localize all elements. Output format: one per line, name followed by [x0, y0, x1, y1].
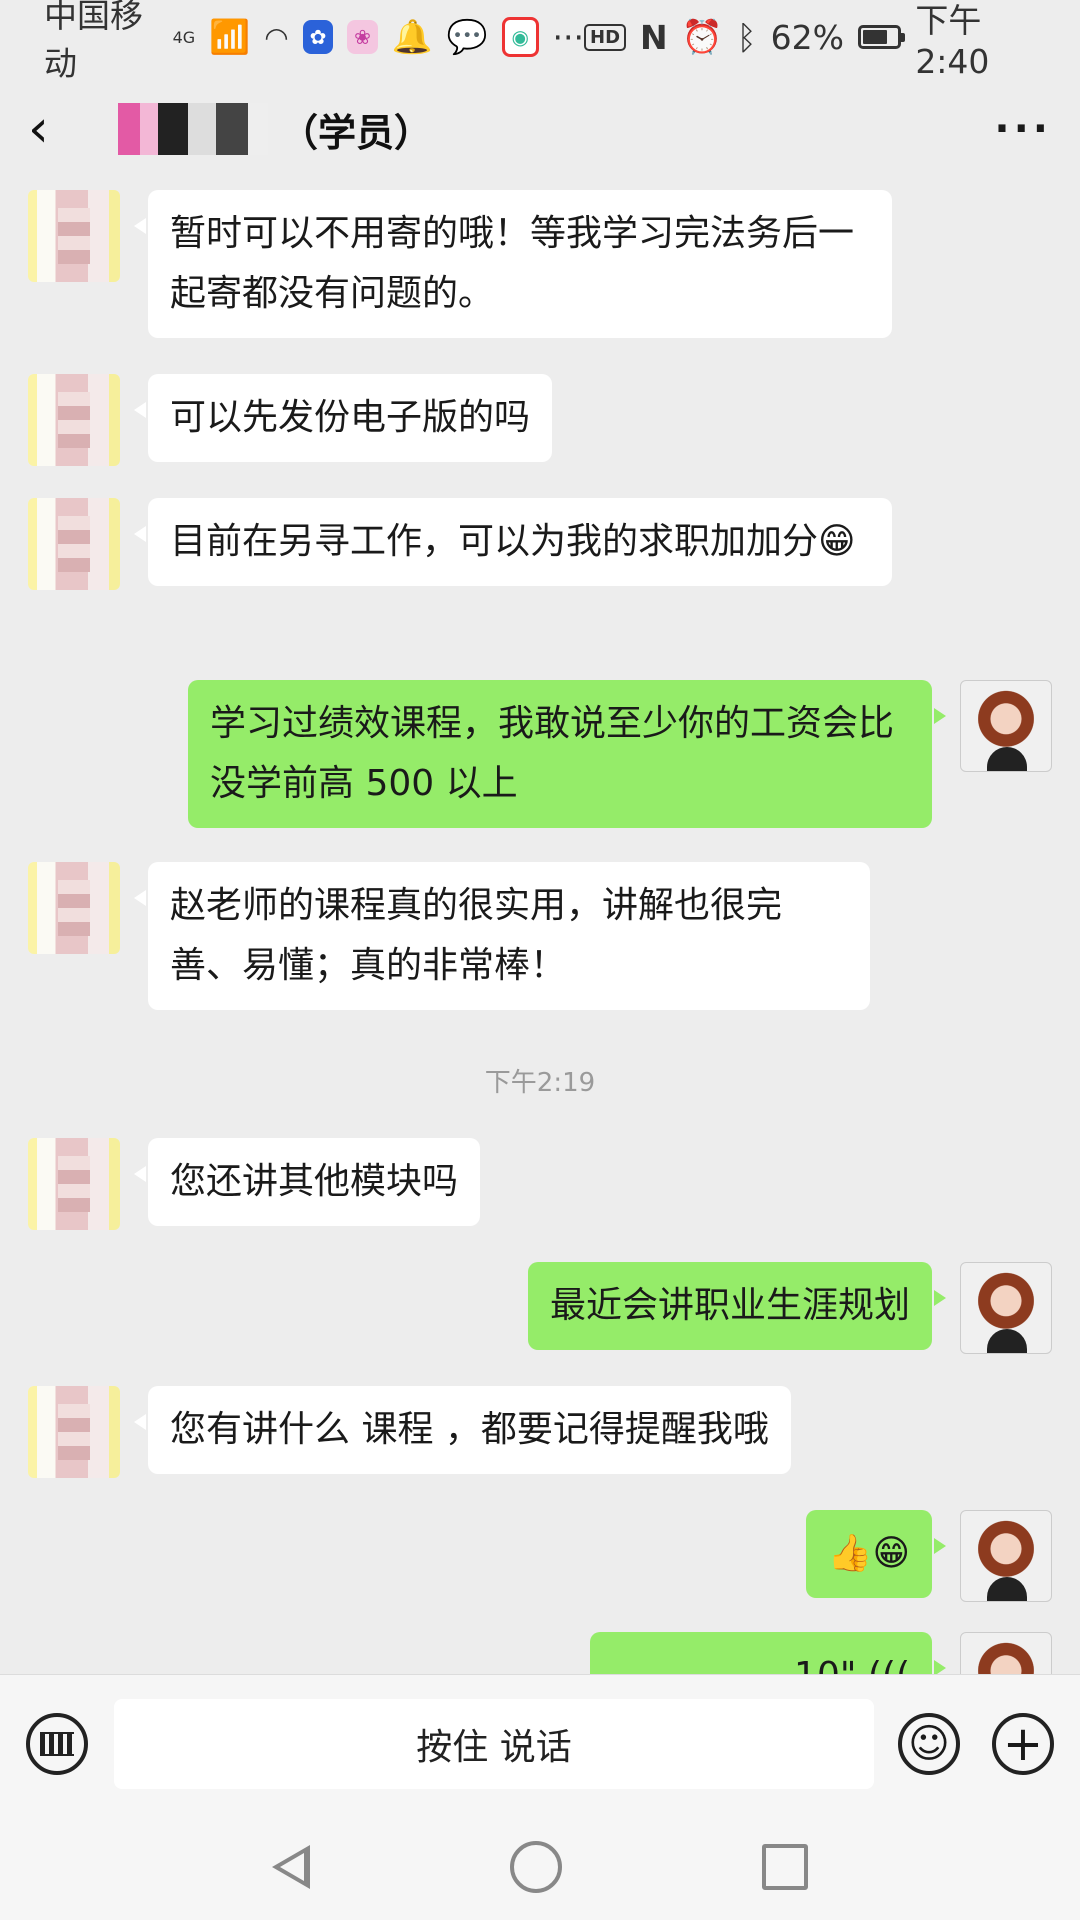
contact-avatar[interactable] — [28, 498, 120, 590]
message-bubble[interactable]: 暂时可以不用寄的哦！等我学习完法务后一起寄都没有问题的。 — [134, 190, 892, 338]
keyboard-icon — [40, 1732, 74, 1756]
nav-home-icon[interactable] — [510, 1841, 562, 1893]
message-bubble[interactable]: 可以先发份电子版的吗 — [133, 374, 553, 462]
qq-icon: 🔔 — [391, 17, 433, 56]
contact-title-suffix: （学员） — [280, 110, 433, 155]
message-bubble[interactable]: 学习过绩效课程，我敢说至少你的工资会比没学前高 500 以上 — [188, 680, 946, 828]
message-bubble[interactable]: 最近会讲职业生涯规划 — [527, 1262, 947, 1350]
carrier-name: 中国移动 — [44, 0, 143, 83]
message-row: 暂时可以不用寄的哦！等我学习完法务后一起寄都没有问题的。 — [0, 184, 1080, 344]
contact-name-masked — [118, 103, 268, 155]
my-avatar[interactable] — [960, 1510, 1052, 1602]
message-row: 您有讲什么 课程 ，都要记得提醒我哦 — [0, 1386, 1080, 1486]
hd-icon: HD — [584, 23, 627, 51]
hold-to-talk-button[interactable]: 按住 说话 — [114, 1699, 874, 1789]
chat-title: （学员） — [118, 102, 432, 157]
keyboard-toggle-button[interactable] — [26, 1713, 88, 1775]
status-bar: 中国移动 4G 📶 ◠ ✿ ❀ 🔔 💬 ◉ ··· HD N ⏰ ᛒ 62% 下… — [0, 0, 1080, 83]
my-avatar[interactable] — [960, 680, 1052, 772]
my-avatar[interactable] — [960, 1632, 1052, 1674]
baidu-icon: ✿ — [302, 20, 334, 54]
contact-avatar[interactable] — [28, 1138, 120, 1230]
chat-icon: 💬 — [446, 17, 488, 56]
message-timestamp: 下午2:19 — [484, 1068, 596, 1098]
contact-avatar[interactable] — [28, 190, 120, 282]
message-bubble[interactable]: 您还讲其他模块吗 — [133, 1138, 481, 1226]
nav-recent-apps-icon[interactable] — [762, 1844, 808, 1890]
message-row: 👍😁 — [0, 1510, 1080, 1610]
more-options-button[interactable]: ··· — [994, 106, 1052, 152]
wifi-icon: ◠ — [264, 20, 289, 54]
browser-icon: ◉ — [502, 17, 539, 57]
battery-icon — [857, 25, 906, 49]
alarm-icon: ⏰ — [681, 17, 723, 56]
message-row: 最近会讲职业生涯规划 — [0, 1262, 1080, 1362]
back-button[interactable]: ‹ — [28, 103, 78, 155]
message-row: 10" ((( — [0, 1632, 1080, 1674]
bluetooth-icon: ᛒ — [736, 17, 757, 57]
input-bar: 按住 说话 ☺ + — [0, 1674, 1080, 1815]
more-functions-button[interactable]: + — [992, 1713, 1054, 1775]
message-list[interactable]: 暂时可以不用寄的哦！等我学习完法务后一起寄都没有问题的。 可以先发份电子版的吗 … — [0, 184, 1080, 1674]
message-bubble[interactable]: 您有讲什么 课程 ，都要记得提醒我哦 — [134, 1386, 791, 1474]
contact-avatar[interactable] — [28, 1386, 120, 1478]
emoji-button[interactable]: ☺ — [898, 1713, 960, 1775]
network-type: 4G — [172, 27, 196, 47]
app-icon: ❀ — [347, 20, 378, 54]
smiley-icon: ☺ — [908, 1721, 950, 1767]
status-time: 下午2:40 — [915, 0, 990, 81]
message-row: 可以先发份电子版的吗 — [0, 374, 1080, 474]
chat-header: ‹ （学员） ··· — [0, 74, 1080, 184]
contact-avatar[interactable] — [28, 862, 120, 954]
voice-message-bubble[interactable]: 10" ((( — [590, 1632, 946, 1674]
message-row: 目前在另寻工作，可以为我的求职加加分😁 — [0, 498, 1080, 658]
battery-fill — [862, 30, 887, 44]
nfc-icon: N — [640, 17, 668, 57]
more-icon: ··· — [552, 17, 585, 57]
battery-text: 62% — [770, 17, 844, 57]
message-row: 您还讲其他模块吗 — [0, 1138, 1080, 1238]
message-bubble[interactable]: 赵老师的课程真的很实用，讲解也很完善、易懂；真的非常棒！ — [134, 862, 870, 1010]
status-bar-right: HD N ⏰ ᛒ 62% 下午2:40 — [584, 0, 1040, 81]
system-nav-bar — [0, 1814, 1080, 1920]
plus-icon: + — [1002, 1716, 1044, 1772]
message-row: 学习过绩效课程，我敢说至少你的工资会比没学前高 500 以上 — [0, 680, 1080, 840]
message-bubble[interactable]: 目前在另寻工作，可以为我的求职加加分😁 — [134, 498, 892, 586]
message-bubble[interactable]: 👍😁 — [805, 1510, 947, 1598]
status-bar-left: 中国移动 4G 📶 ◠ ✿ ❀ 🔔 💬 ◉ ··· — [44, 0, 584, 85]
contact-avatar[interactable] — [28, 374, 120, 466]
message-row: 赵老师的课程真的很实用，讲解也很完善、易懂；真的非常棒！ — [0, 862, 1080, 1022]
my-avatar[interactable] — [960, 1262, 1052, 1354]
signal-icon: 📶 — [209, 17, 251, 56]
nav-back-icon[interactable] — [272, 1845, 310, 1889]
